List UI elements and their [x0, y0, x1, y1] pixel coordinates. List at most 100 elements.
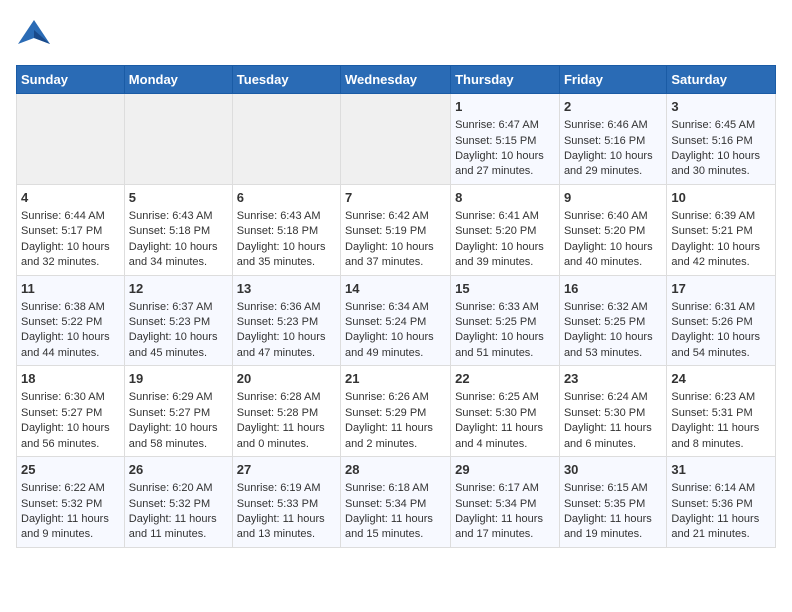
- calendar-cell: 1 Sunrise: 6:47 AM Sunset: 5:15 PM Daylig…: [451, 94, 560, 185]
- calendar-header: SundayMondayTuesdayWednesdayThursdayFrid…: [17, 66, 776, 94]
- day-number: 24: [671, 370, 771, 388]
- day-number: 28: [345, 461, 446, 479]
- calendar-cell: 22 Sunrise: 6:25 AM Sunset: 5:30 PM Dayli…: [451, 366, 560, 457]
- calendar-cell: [17, 94, 125, 185]
- calendar-cell: 18 Sunrise: 6:30 AM Sunset: 5:27 PM Dayli…: [17, 366, 125, 457]
- day-info: Sunrise: 6:43 AM Sunset: 5:18 PM Dayligh…: [129, 210, 218, 268]
- header-day-sunday: Sunday: [17, 66, 125, 94]
- calendar-cell: 13Sunrise: 6:36 AM Sunset: 5:23 PM Dayli…: [232, 275, 340, 366]
- day-number: 15: [455, 280, 555, 298]
- day-number: 22: [455, 370, 555, 388]
- calendar-cell: 31 Sunrise: 6:14 AM Sunset: 5:36 PM Dayli…: [667, 457, 776, 548]
- day-number: 31: [671, 461, 771, 479]
- logo-icon: [16, 16, 52, 57]
- header-day-wednesday: Wednesday: [341, 66, 451, 94]
- calendar-cell: 4 Sunrise: 6:44 AM Sunset: 5:17 PM Daylig…: [17, 184, 125, 275]
- page-header: [16, 16, 776, 57]
- day-info: Sunrise: 6:37 AM Sunset: 5:23 PM Dayligh…: [129, 301, 218, 359]
- calendar-cell: 19Sunrise: 6:29 AM Sunset: 5:27 PM Dayli…: [124, 366, 232, 457]
- day-info: Sunrise: 6:40 AM Sunset: 5:20 PM Dayligh…: [564, 210, 653, 268]
- day-number: 5: [129, 189, 228, 207]
- calendar-cell: 26 Sunrise: 6:20 AM Sunset: 5:32 PM Dayli…: [124, 457, 232, 548]
- day-info: Sunrise: 6:30 AM Sunset: 5:27 PM Dayligh…: [21, 391, 110, 449]
- day-number: 10: [671, 189, 771, 207]
- day-number: 6: [237, 189, 336, 207]
- day-info: Sunrise: 6:42 AM Sunset: 5:19 PM Dayligh…: [345, 210, 434, 268]
- day-info: Sunrise: 6:29 AM Sunset: 5:27 PM Dayligh…: [129, 391, 218, 449]
- calendar-cell: 2 Sunrise: 6:46 AM Sunset: 5:16 PM Daylig…: [559, 94, 666, 185]
- day-number: 7: [345, 189, 446, 207]
- calendar-cell: [341, 94, 451, 185]
- logo: [16, 16, 56, 57]
- day-info: Sunrise: 6:22 AM Sunset: 5:32 PM Dayligh…: [21, 482, 109, 540]
- day-info: Sunrise: 6:15 AM Sunset: 5:35 PM Dayligh…: [564, 482, 652, 540]
- calendar-cell: [124, 94, 232, 185]
- day-info: Sunrise: 6:20 AM Sunset: 5:32 PM Dayligh…: [129, 482, 217, 540]
- calendar-cell: 17 Sunrise: 6:31 AM Sunset: 5:26 PM Dayli…: [667, 275, 776, 366]
- day-number: 27: [237, 461, 336, 479]
- day-info: Sunrise: 6:31 AM Sunset: 5:26 PM Dayligh…: [671, 301, 760, 359]
- week-row-1: 1 Sunrise: 6:47 AM Sunset: 5:15 PM Daylig…: [17, 94, 776, 185]
- header-day-thursday: Thursday: [451, 66, 560, 94]
- calendar-cell: 7 Sunrise: 6:42 AM Sunset: 5:19 PM Daylig…: [341, 184, 451, 275]
- header-day-saturday: Saturday: [667, 66, 776, 94]
- calendar-cell: 21Sunrise: 6:26 AM Sunset: 5:29 PM Dayli…: [341, 366, 451, 457]
- day-number: 1: [455, 98, 555, 116]
- day-number: 9: [564, 189, 662, 207]
- day-info: Sunrise: 6:18 AM Sunset: 5:34 PM Dayligh…: [345, 482, 433, 540]
- day-number: 8: [455, 189, 555, 207]
- header-row: SundayMondayTuesdayWednesdayThursdayFrid…: [17, 66, 776, 94]
- day-info: Sunrise: 6:45 AM Sunset: 5:16 PM Dayligh…: [671, 119, 760, 177]
- calendar-cell: 23Sunrise: 6:24 AM Sunset: 5:30 PM Dayli…: [559, 366, 666, 457]
- day-info: Sunrise: 6:38 AM Sunset: 5:22 PM Dayligh…: [21, 301, 110, 359]
- week-row-5: 25 Sunrise: 6:22 AM Sunset: 5:32 PM Dayli…: [17, 457, 776, 548]
- day-info: Sunrise: 6:28 AM Sunset: 5:28 PM Dayligh…: [237, 391, 325, 449]
- day-info: Sunrise: 6:47 AM Sunset: 5:15 PM Dayligh…: [455, 119, 544, 177]
- calendar-cell: 14 Sunrise: 6:34 AM Sunset: 5:24 PM Dayli…: [341, 275, 451, 366]
- day-info: Sunrise: 6:44 AM Sunset: 5:17 PM Dayligh…: [21, 210, 110, 268]
- day-info: Sunrise: 6:17 AM Sunset: 5:34 PM Dayligh…: [455, 482, 543, 540]
- day-number: 13: [237, 280, 336, 298]
- day-number: 26: [129, 461, 228, 479]
- day-info: Sunrise: 6:43 AM Sunset: 5:18 PM Dayligh…: [237, 210, 326, 268]
- week-row-4: 18 Sunrise: 6:30 AM Sunset: 5:27 PM Dayli…: [17, 366, 776, 457]
- calendar-cell: 10 Sunrise: 6:39 AM Sunset: 5:21 PM Dayli…: [667, 184, 776, 275]
- day-info: Sunrise: 6:41 AM Sunset: 5:20 PM Dayligh…: [455, 210, 544, 268]
- calendar-cell: 25 Sunrise: 6:22 AM Sunset: 5:32 PM Dayli…: [17, 457, 125, 548]
- day-info: Sunrise: 6:46 AM Sunset: 5:16 PM Dayligh…: [564, 119, 653, 177]
- calendar-cell: [232, 94, 340, 185]
- header-day-monday: Monday: [124, 66, 232, 94]
- day-number: 25: [21, 461, 120, 479]
- day-number: 2: [564, 98, 662, 116]
- day-number: 20: [237, 370, 336, 388]
- day-info: Sunrise: 6:33 AM Sunset: 5:25 PM Dayligh…: [455, 301, 544, 359]
- day-info: Sunrise: 6:32 AM Sunset: 5:25 PM Dayligh…: [564, 301, 653, 359]
- calendar-cell: 15 Sunrise: 6:33 AM Sunset: 5:25 PM Dayli…: [451, 275, 560, 366]
- calendar-cell: 16 Sunrise: 6:32 AM Sunset: 5:25 PM Dayli…: [559, 275, 666, 366]
- day-info: Sunrise: 6:25 AM Sunset: 5:30 PM Dayligh…: [455, 391, 543, 449]
- calendar-cell: 29 Sunrise: 6:17 AM Sunset: 5:34 PM Dayli…: [451, 457, 560, 548]
- day-info: Sunrise: 6:14 AM Sunset: 5:36 PM Dayligh…: [671, 482, 759, 540]
- day-number: 29: [455, 461, 555, 479]
- calendar-cell: 24Sunrise: 6:23 AM Sunset: 5:31 PM Dayli…: [667, 366, 776, 457]
- day-info: Sunrise: 6:24 AM Sunset: 5:30 PM Dayligh…: [564, 391, 652, 449]
- day-number: 11: [21, 280, 120, 298]
- day-number: 17: [671, 280, 771, 298]
- calendar-cell: 8 Sunrise: 6:41 AM Sunset: 5:20 PM Daylig…: [451, 184, 560, 275]
- calendar-cell: 6 Sunrise: 6:43 AM Sunset: 5:18 PM Daylig…: [232, 184, 340, 275]
- day-info: Sunrise: 6:26 AM Sunset: 5:29 PM Dayligh…: [345, 391, 433, 449]
- calendar-body: 1 Sunrise: 6:47 AM Sunset: 5:15 PM Daylig…: [17, 94, 776, 548]
- calendar-table: SundayMondayTuesdayWednesdayThursdayFrid…: [16, 65, 776, 548]
- day-number: 18: [21, 370, 120, 388]
- day-number: 4: [21, 189, 120, 207]
- calendar-cell: 3 Sunrise: 6:45 AM Sunset: 5:16 PM Daylig…: [667, 94, 776, 185]
- day-number: 30: [564, 461, 662, 479]
- day-number: 16: [564, 280, 662, 298]
- calendar-cell: 30 Sunrise: 6:15 AM Sunset: 5:35 PM Dayli…: [559, 457, 666, 548]
- day-info: Sunrise: 6:34 AM Sunset: 5:24 PM Dayligh…: [345, 301, 434, 359]
- day-number: 14: [345, 280, 446, 298]
- calendar-cell: 27Sunrise: 6:19 AM Sunset: 5:33 PM Dayli…: [232, 457, 340, 548]
- day-number: 3: [671, 98, 771, 116]
- calendar-cell: 20 Sunrise: 6:28 AM Sunset: 5:28 PM Dayli…: [232, 366, 340, 457]
- day-info: Sunrise: 6:39 AM Sunset: 5:21 PM Dayligh…: [671, 210, 760, 268]
